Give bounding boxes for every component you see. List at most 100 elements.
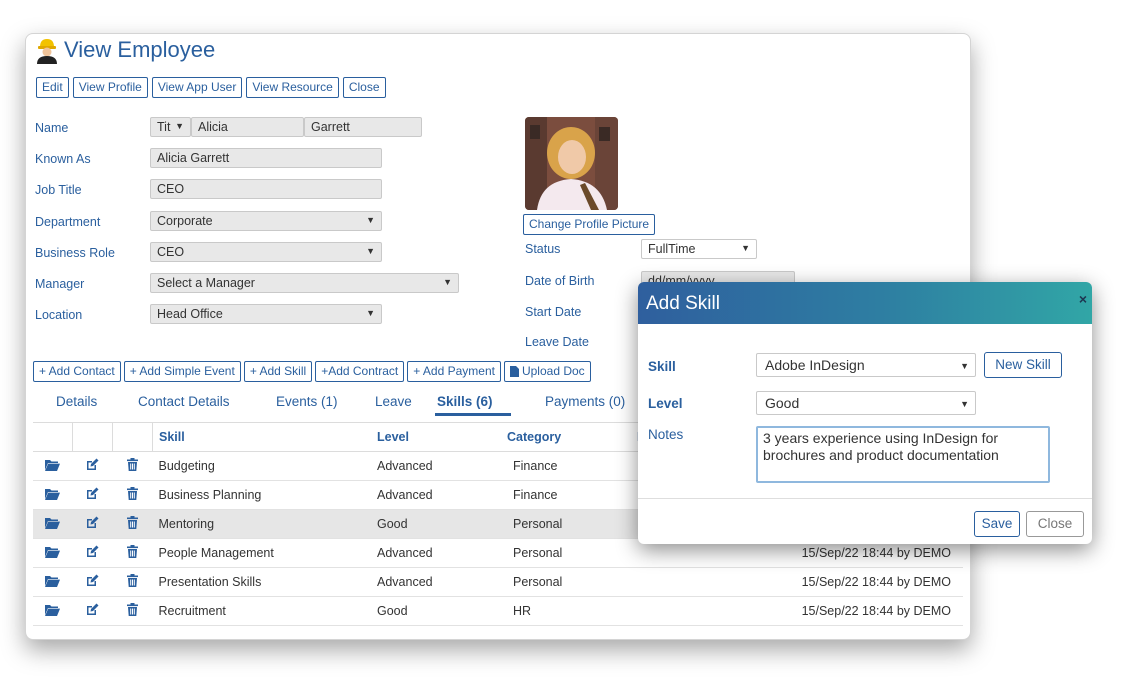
folder-icon[interactable] [45, 517, 61, 532]
page-title: View Employee [64, 37, 216, 62]
tab-skills[interactable]: Skills (6) [437, 394, 493, 409]
cell-level: Advanced [377, 451, 507, 481]
cell-category: Finance [507, 480, 637, 510]
folder-icon[interactable] [45, 604, 61, 619]
trash-icon[interactable] [127, 545, 138, 561]
department-select[interactable]: Corporate ▼ [150, 211, 382, 231]
chevron-down-icon: ▼ [960, 361, 969, 371]
known-as-label: Known As [35, 152, 91, 166]
level-select[interactable]: Good ▼ [756, 391, 976, 415]
trash-icon[interactable] [127, 458, 138, 474]
trash-icon[interactable] [127, 603, 138, 619]
tab-details[interactable]: Details [56, 394, 97, 409]
cell-level: Good [377, 509, 507, 539]
folder-icon[interactable] [45, 546, 61, 561]
cell-category: HR [507, 596, 637, 626]
business-role-select[interactable]: CEO ▼ [150, 242, 382, 262]
edit-icon[interactable] [86, 487, 99, 503]
active-tab-indicator [435, 413, 511, 416]
first-name-field[interactable]: Alicia [191, 117, 304, 137]
upload-doc-label: Upload Doc [521, 364, 585, 378]
status-select[interactable]: FullTime ▼ [641, 239, 757, 259]
department-value: Corporate [157, 214, 213, 228]
edit-icon[interactable] [86, 574, 99, 590]
business-role-label: Business Role [35, 246, 115, 260]
manager-select[interactable]: Select a Manager ▼ [150, 273, 459, 293]
edit-icon[interactable] [86, 458, 99, 474]
view-resource-button[interactable]: View Resource [246, 77, 339, 98]
business-role-value: CEO [157, 245, 185, 259]
folder-icon[interactable] [45, 575, 61, 590]
cell-updated: 15/Sep/22 18:44 by DEMO [637, 596, 963, 626]
tab-contact-details[interactable]: Contact Details [138, 394, 230, 409]
chevron-down-icon: ▼ [741, 243, 750, 253]
cell-category: Personal [507, 538, 637, 568]
column-level[interactable]: Level [377, 422, 507, 452]
chevron-down-icon: ▼ [366, 215, 375, 225]
cell-skill: Mentoring [152, 509, 377, 539]
trash-icon[interactable] [127, 487, 138, 503]
skill-select[interactable]: Adobe InDesign ▼ [756, 353, 976, 377]
worker-icon [37, 39, 57, 64]
cell-skill: People Management [152, 538, 377, 568]
close-button[interactable]: Close [342, 77, 386, 98]
view-app-user-button[interactable]: View App User [151, 77, 243, 98]
table-row[interactable]: Presentation Skills Advanced Personal 15/Se… [33, 567, 963, 597]
action-bar: + Add Contact + Add Simple Event + Add S… [33, 361, 591, 382]
cell-level: Good [377, 596, 507, 626]
skill-label: Skill [648, 359, 676, 374]
column-skill[interactable]: Skill [152, 422, 377, 452]
status-label: Status [525, 242, 561, 256]
page-header: View Employee [34, 36, 215, 64]
add-skill-button[interactable]: + Add Skill [243, 361, 313, 382]
cell-category: Finance [507, 451, 637, 481]
add-payment-button[interactable]: + Add Payment [407, 361, 501, 382]
column-category[interactable]: Category [507, 422, 637, 452]
folder-icon[interactable] [45, 459, 61, 474]
dialog-close-button[interactable]: Close [1026, 511, 1084, 537]
add-contact-button[interactable]: + Add Contact [33, 361, 121, 382]
edit-icon[interactable] [86, 516, 99, 532]
skill-select-value: Adobe InDesign [765, 357, 865, 373]
location-select[interactable]: Head Office ▼ [150, 304, 382, 324]
cell-level: Advanced [377, 538, 507, 568]
name-label: Name [35, 121, 69, 135]
dialog-header: Add Skill × [638, 282, 1092, 324]
job-title-field[interactable]: CEO [150, 179, 382, 199]
toolbar: Edit View Profile View App User View Res… [36, 77, 386, 98]
last-name-field[interactable]: Garrett [304, 117, 422, 137]
tab-payments[interactable]: Payments (0) [545, 394, 625, 409]
new-skill-button[interactable]: New Skill [984, 352, 1062, 378]
leave-date-label: Leave Date [525, 335, 589, 349]
location-label: Location [35, 308, 83, 322]
tab-events[interactable]: Events (1) [276, 394, 338, 409]
manager-label: Manager [35, 277, 85, 291]
profile-photo-image [525, 117, 618, 210]
edit-icon[interactable] [86, 603, 99, 619]
profile-photo [525, 117, 618, 210]
add-contract-button[interactable]: +Add Contract [315, 361, 405, 382]
trash-icon[interactable] [127, 574, 138, 590]
level-select-value: Good [765, 395, 800, 411]
chevron-down-icon: ▼ [366, 308, 375, 318]
edit-button[interactable]: Edit [36, 77, 69, 98]
notes-textarea[interactable]: 3 years experience using InDesign for br… [756, 426, 1050, 483]
change-profile-picture-button[interactable]: Change Profile Picture [523, 214, 656, 235]
folder-icon[interactable] [45, 488, 61, 503]
known-as-field[interactable]: Alicia Garrett [150, 148, 382, 168]
notes-label: Notes [648, 427, 684, 442]
title-select[interactable]: Tit ▼ [150, 117, 191, 137]
add-simple-event-button[interactable]: + Add Simple Event [123, 361, 241, 382]
level-label: Level [648, 396, 683, 411]
chevron-down-icon: ▼ [175, 121, 184, 131]
edit-icon[interactable] [86, 545, 99, 561]
trash-icon[interactable] [127, 516, 138, 532]
view-profile-button[interactable]: View Profile [72, 77, 148, 98]
start-date-label: Start Date [525, 305, 582, 319]
tab-leave[interactable]: Leave [375, 394, 412, 409]
close-icon[interactable]: × [1079, 291, 1087, 307]
document-icon [509, 366, 519, 377]
table-row[interactable]: Recruitment Good HR 15/Sep/22 18:44 by DEMO [33, 596, 963, 626]
upload-doc-button[interactable]: Upload Doc [503, 361, 591, 382]
save-button[interactable]: Save [974, 511, 1020, 537]
